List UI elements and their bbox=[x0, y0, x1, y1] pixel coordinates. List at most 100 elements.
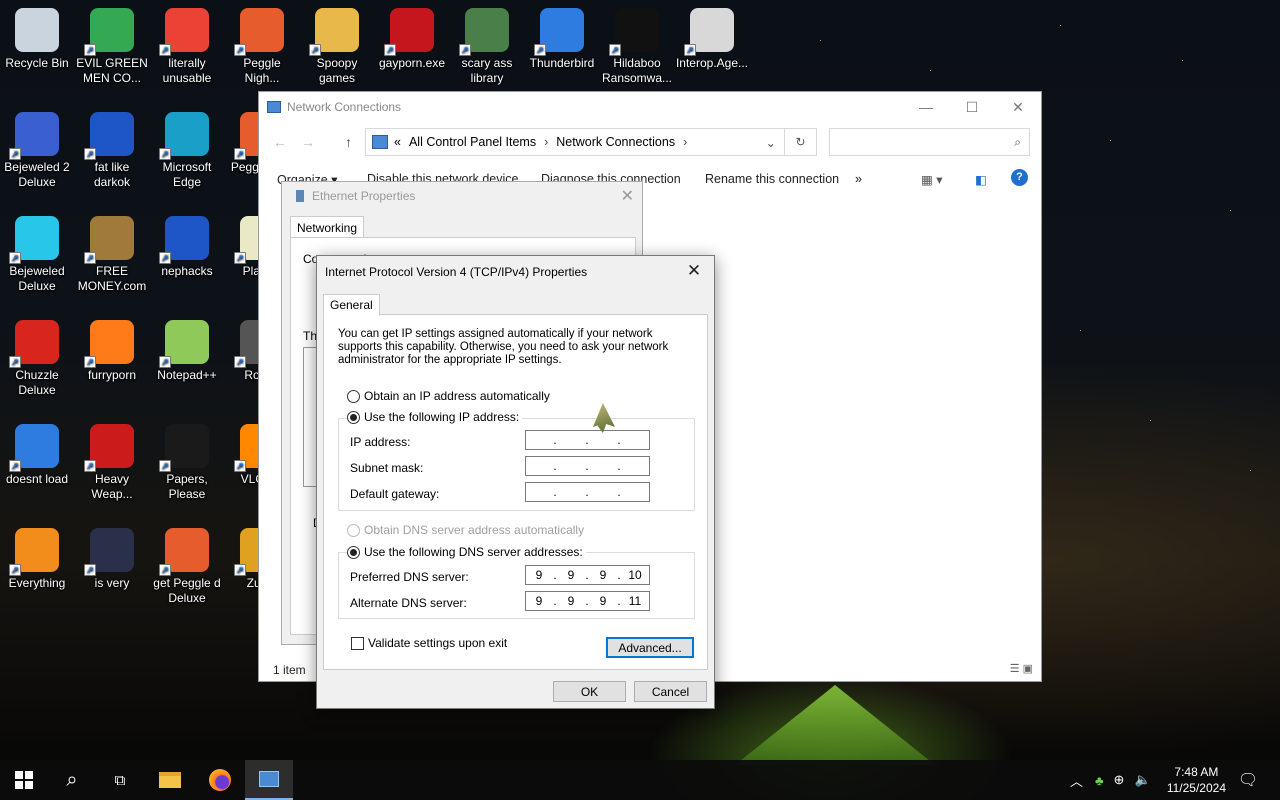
star bbox=[1250, 470, 1251, 471]
cancel-button[interactable]: Cancel bbox=[634, 681, 707, 702]
radio-circle bbox=[347, 545, 360, 559]
use-following-dns-radio[interactable]: Use the following DNS server addresses: bbox=[347, 545, 586, 559]
desktop-icon-label: Microsoft Edge bbox=[162, 160, 212, 189]
close-icon[interactable]: ✕ bbox=[680, 259, 708, 283]
preferred-dns-field[interactable]: 9. 9. 9. 10 bbox=[525, 565, 650, 585]
desktop-icon[interactable]: ↗ Papers, Please bbox=[150, 418, 224, 502]
octet: 9 bbox=[535, 568, 543, 582]
tab-general[interactable]: General bbox=[323, 294, 380, 316]
ipv4-properties-dialog[interactable]: Internet Protocol Version 4 (TCP/IPv4) P… bbox=[316, 255, 715, 709]
clock[interactable]: 7:48 AM 11/25/2024 bbox=[1167, 764, 1226, 796]
radio-label: Use the following IP address: bbox=[364, 410, 520, 424]
ip-address-label: IP address: bbox=[350, 435, 411, 449]
desktop-icon[interactable]: ↗ literally unusable bbox=[150, 2, 224, 86]
desktop-icon[interactable]: ↗ EVIL GREEN MEN CO... bbox=[75, 2, 149, 86]
preview-pane-icon[interactable]: ◧ bbox=[975, 172, 987, 187]
up-arrow-icon[interactable]: ↑ bbox=[345, 134, 352, 150]
ok-button[interactable]: OK bbox=[553, 681, 626, 702]
thunderbird-icon: ↗ bbox=[9, 424, 59, 472]
volume-icon[interactable]: 🔈 bbox=[1134, 772, 1150, 788]
radio-circle bbox=[347, 523, 360, 537]
dialog-titlebar[interactable]: Ethernet Properties bbox=[282, 182, 642, 210]
close-icon[interactable]: ✕ bbox=[995, 92, 1041, 122]
desktop-icon[interactable]: ↗ Peggle Nigh... bbox=[225, 2, 299, 86]
search-icon[interactable]: ⌕ bbox=[48, 760, 96, 800]
validate-settings-checkbox[interactable]: Validate settings upon exit bbox=[351, 636, 507, 650]
minimize-icon[interactable]: — bbox=[903, 92, 949, 122]
desktop-icon[interactable]: ↗ doesnt load bbox=[0, 418, 74, 487]
rename-button[interactable]: Rename this connection bbox=[705, 172, 839, 186]
address-bar[interactable]: « All Control Panel Items › Network Conn… bbox=[365, 128, 785, 156]
desktop-icon[interactable]: Recycle Bin bbox=[0, 2, 74, 71]
octet: 9 bbox=[567, 568, 575, 582]
firefox-icon[interactable] bbox=[196, 760, 244, 800]
breadcrumb-item[interactable]: All Control Panel Items bbox=[409, 135, 536, 149]
desktop-icon[interactable]: ↗ Spoopy games bbox=[300, 2, 374, 86]
breadcrumb-chevrons[interactable]: « bbox=[394, 135, 401, 149]
close-icon[interactable]: ✕ bbox=[621, 186, 634, 206]
desktop-icon[interactable]: ↗ is very bbox=[75, 522, 149, 591]
breadcrumb-item[interactable]: Network Connections bbox=[556, 135, 675, 149]
desktop-icon[interactable]: ↗ nephacks bbox=[150, 210, 224, 279]
shortcut-arrow-icon: ↗ bbox=[84, 148, 96, 160]
notepad-plus-icon: ↗ bbox=[159, 320, 209, 368]
file-explorer-icon[interactable] bbox=[146, 760, 194, 800]
octet-dot: . bbox=[617, 433, 621, 447]
shortcut-arrow-icon: ↗ bbox=[9, 460, 21, 472]
shortcut-arrow-icon: ↗ bbox=[9, 356, 21, 368]
advanced-button[interactable]: Advanced... bbox=[606, 637, 694, 658]
desktop-icon[interactable]: ↗ Bejeweled 2 Deluxe bbox=[0, 106, 74, 190]
desktop-icon[interactable]: ↗ Chuzzle Deluxe bbox=[0, 314, 74, 398]
control-panel-icon bbox=[372, 135, 388, 149]
desktop-icon[interactable]: ↗ furryporn bbox=[75, 314, 149, 383]
refresh-icon[interactable]: ↻ bbox=[785, 128, 817, 156]
network-connections-taskbar-icon[interactable] bbox=[245, 760, 293, 800]
desktop-icon[interactable]: ↗ Hildaboo Ransomwa... bbox=[600, 2, 674, 86]
shortcut-arrow-icon: ↗ bbox=[159, 460, 171, 472]
chevron-up-icon[interactable]: ︿ bbox=[1070, 771, 1083, 790]
forward-arrow-icon[interactable]: → bbox=[301, 134, 315, 150]
default-gateway-field[interactable]: . . . bbox=[525, 482, 650, 502]
desktop-icon[interactable]: ↗ Heavy Weap... bbox=[75, 418, 149, 502]
maximize-icon[interactable]: ☐ bbox=[949, 92, 995, 122]
system-tray: ︿ ♣ ⊕ 🔈 bbox=[1070, 760, 1151, 800]
help-icon[interactable]: ? bbox=[1011, 169, 1028, 186]
firefox-shape bbox=[209, 769, 231, 791]
desktop-icon[interactable]: ↗ Microsoft Edge bbox=[150, 106, 224, 190]
tab-networking[interactable]: Networking bbox=[290, 216, 365, 239]
breadcrumb-separator-icon[interactable]: › bbox=[683, 135, 687, 149]
ip-address-field[interactable]: . . . bbox=[525, 430, 650, 450]
desktop-icon[interactable]: ↗ gayporn.exe bbox=[375, 2, 449, 71]
tray-app-icon[interactable]: ♣ bbox=[1095, 773, 1104, 788]
desktop-icon[interactable]: ↗ Everything bbox=[0, 522, 74, 591]
more-commands-icon[interactable]: » bbox=[855, 172, 862, 186]
view-toggle-icons[interactable]: ☰ ▣ bbox=[1010, 662, 1033, 675]
desktop-icon[interactable]: ↗ FREE MONEY.com bbox=[75, 210, 149, 294]
obtain-ip-auto-radio[interactable]: Obtain an IP address automatically bbox=[347, 389, 550, 403]
desktop-icon[interactable]: ↗ fat like darkok bbox=[75, 106, 149, 190]
desktop-icon[interactable]: ↗ Notepad++ bbox=[150, 314, 224, 383]
notifications-icon[interactable]: 🗨 bbox=[1224, 760, 1272, 800]
back-arrow-icon[interactable]: ← bbox=[273, 134, 287, 150]
desktop-icon[interactable]: ↗ get Peggle d Deluxe bbox=[150, 522, 224, 606]
change-view-icon[interactable]: ▦ ▾ bbox=[921, 172, 943, 187]
shortcut-arrow-icon: ↗ bbox=[234, 252, 246, 264]
use-following-ip-radio[interactable]: Use the following IP address: bbox=[347, 410, 523, 424]
shortcut-arrow-icon: ↗ bbox=[234, 148, 246, 160]
desktop-icon[interactable]: ↗ Interop.Age... bbox=[675, 2, 749, 71]
task-view-icon[interactable]: ⧉ bbox=[96, 760, 144, 800]
obtain-dns-auto-radio[interactable]: Obtain DNS server address automatically bbox=[347, 523, 584, 537]
search-input[interactable]: ⌕ bbox=[829, 128, 1030, 156]
desktop-icon-label: FREE MONEY.com bbox=[77, 264, 147, 293]
desktop-icon[interactable]: ↗ scary ass library bbox=[450, 2, 524, 86]
start-button[interactable] bbox=[0, 760, 48, 800]
desktop-icon[interactable]: ↗ Thunderbird bbox=[525, 2, 599, 71]
network-globe-icon[interactable]: ⊕ bbox=[1114, 772, 1125, 788]
chevron-down-icon[interactable]: ⌄ bbox=[766, 135, 776, 150]
desktop-icon[interactable]: ↗ Bejeweled Deluxe bbox=[0, 210, 74, 294]
shortcut-arrow-icon: ↗ bbox=[159, 44, 171, 56]
alternate-dns-field[interactable]: 9. 9. 9. 11 bbox=[525, 591, 650, 611]
breadcrumb-separator-icon[interactable]: › bbox=[544, 135, 548, 149]
subnet-mask-field[interactable]: . . . bbox=[525, 456, 650, 476]
octet-dot: . bbox=[585, 485, 589, 499]
